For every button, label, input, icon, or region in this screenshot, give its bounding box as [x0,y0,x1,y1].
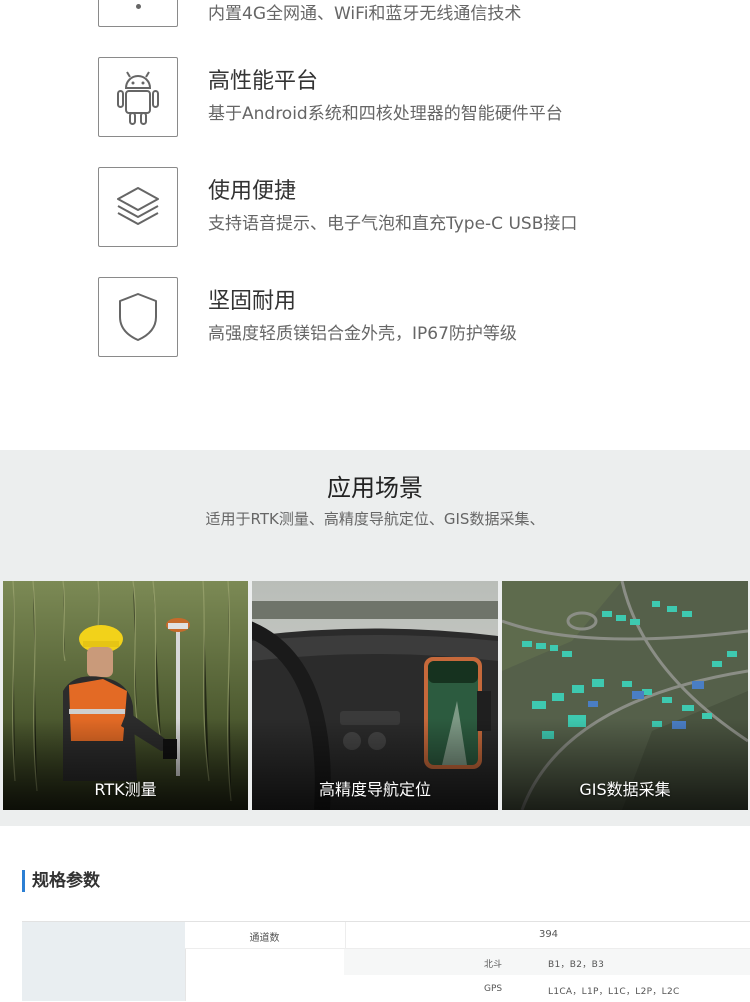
feature-desc: 基于Android系统和四核处理器的智能硬件平台 [208,104,563,124]
scene-card-label: 高精度导航定位 [318,780,431,799]
scene-card-navigation[interactable]: 高精度导航定位 [252,581,498,810]
feature-icon-box [98,277,178,357]
feature-title: 坚固耐用 [208,289,297,314]
feature-desc: 高强度轻质镁铝合金外壳，IP67防护等级 [208,324,517,344]
feature-title: 高性能平台 [208,69,319,94]
table-row: 通道数 394 [185,922,750,949]
shield-icon [119,293,157,341]
feature-icon-box [98,167,178,247]
spec-key: 通道数 [249,933,280,944]
specs-table: 通道数 394 北斗 B1，B2，B3 GPS L1CA，L1P，L1C，L2P… [22,921,750,1001]
feature-convenience: 使用便捷 支持语音提示、电子气泡和直充Type-C USB接口 [98,167,698,247]
spec-subkey: 北斗 [484,960,503,970]
table-row: 北斗 B1，B2，B3 [344,949,750,975]
feature-performance: 高性能平台 基于Android系统和四核处理器的智能硬件平台 [98,57,698,137]
layers-icon [117,187,159,225]
feature-desc: 内置4G全网通、WiFi和蓝牙无线通信技术 [208,4,522,24]
feature-durable: 坚固耐用 高强度轻质镁铝合金外壳，IP67防护等级 [98,277,698,357]
scene-card-gis[interactable]: GIS数据采集 [502,581,748,810]
features-section: 内置4G全网通、WiFi和蓝牙无线通信技术 高性能平台 基于Android系统和… [0,0,750,450]
feature-desc: 支持语音提示、电子气泡和直充Type-C USB接口 [208,214,578,234]
scene-card-rtk[interactable]: RTK测量 [3,581,248,810]
specs-category-cell [22,922,185,1001]
android-icon [117,71,159,125]
application-scenes-section: 应用场景 适用于RTK测量、高精度导航定位、GIS数据采集、 RTK测量 高精度… [0,450,750,826]
feature-title: 使用便捷 [208,179,297,204]
feature-icon-box [98,57,178,137]
scenes-subtitle: 适用于RTK测量、高精度导航定位、GIS数据采集、 [205,510,545,528]
wireless-icon [136,4,141,9]
specs-title: 规格参数 [22,870,100,892]
scenes-title: 应用场景 [327,474,423,502]
specs-section: 规格参数 通道数 394 北斗 B1，B2，B3 GPS L1CA，L1P，L1… [0,826,750,1001]
table-row: GPS L1CA，L1P，L1C，L2P，L2C [344,976,750,1002]
spec-subkey: GPS [484,984,503,994]
scene-card-label: RTK测量 [94,780,157,799]
scene-card-label: GIS数据采集 [579,780,671,799]
feature-wireless: 内置4G全网通、WiFi和蓝牙无线通信技术 [98,0,698,27]
spec-value: 394 [345,922,750,948]
spec-subvalue: B1，B2，B3 [548,960,605,970]
feature-icon-box [98,0,178,27]
spec-subvalue: L1CA，L1P，L1C，L2P，L2C [548,987,680,997]
